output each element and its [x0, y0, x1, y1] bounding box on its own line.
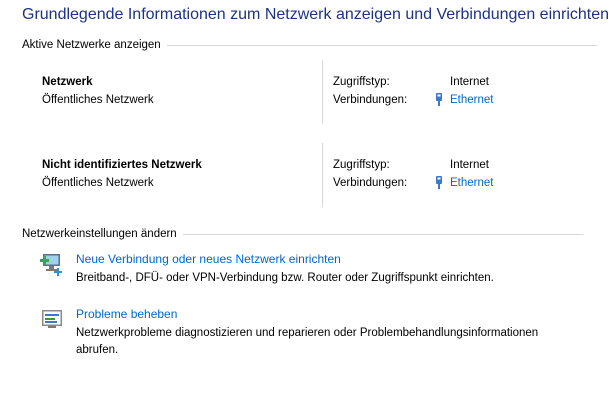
access-type-label: Zugriffstyp: [333, 76, 390, 88]
connection-ethernet[interactable]: Ethernet [433, 175, 493, 190]
network-name: Netzwerk [42, 76, 93, 88]
ethernet-icon [436, 176, 442, 189]
connections-label: Verbindungen: [333, 177, 408, 189]
access-type-value: Internet [450, 159, 489, 171]
network-divider [322, 143, 323, 207]
new-connection-link[interactable]: Neue Verbindung oder neues Netzwerk einr… [76, 252, 341, 266]
network-divider [322, 60, 323, 124]
connection-ethernet[interactable]: Ethernet [433, 92, 493, 107]
connections-label: Verbindungen: [333, 94, 408, 106]
troubleshoot-icon [42, 310, 62, 328]
troubleshoot-description: Netzwerkprobleme diagnostizieren und rep… [76, 327, 539, 356]
active-networks-header: Aktive Netzwerke anzeigen [22, 39, 597, 51]
access-type-label: Zugriffstyp: [333, 159, 390, 171]
new-connection-description: Breitband-, DFÜ- oder VPN-Verbindung bzw… [76, 272, 494, 284]
ethernet-link[interactable]: Ethernet [450, 94, 493, 106]
change-settings-header: Netzwerkeinstellungen ändern [22, 228, 583, 240]
ethernet-link[interactable]: Ethernet [450, 177, 493, 189]
ethernet-icon [436, 93, 442, 106]
page-title: Grundlegende Informationen zum Netzwerk … [22, 6, 610, 23]
change-settings-heading: Netzwerkeinstellungen ändern [22, 228, 177, 240]
access-type-value: Internet [450, 76, 489, 88]
new-connection-icon [40, 254, 62, 276]
network-category[interactable]: Öffentliches Netzwerk [42, 94, 154, 106]
active-networks-heading: Aktive Netzwerke anzeigen [22, 39, 161, 51]
network-name: Nicht identifiziertes Netzwerk [42, 159, 202, 171]
section-divider [166, 44, 597, 46]
network-category[interactable]: Öffentliches Netzwerk [42, 177, 154, 189]
section-divider [182, 233, 583, 235]
troubleshoot-link[interactable]: Probleme beheben [76, 307, 177, 321]
